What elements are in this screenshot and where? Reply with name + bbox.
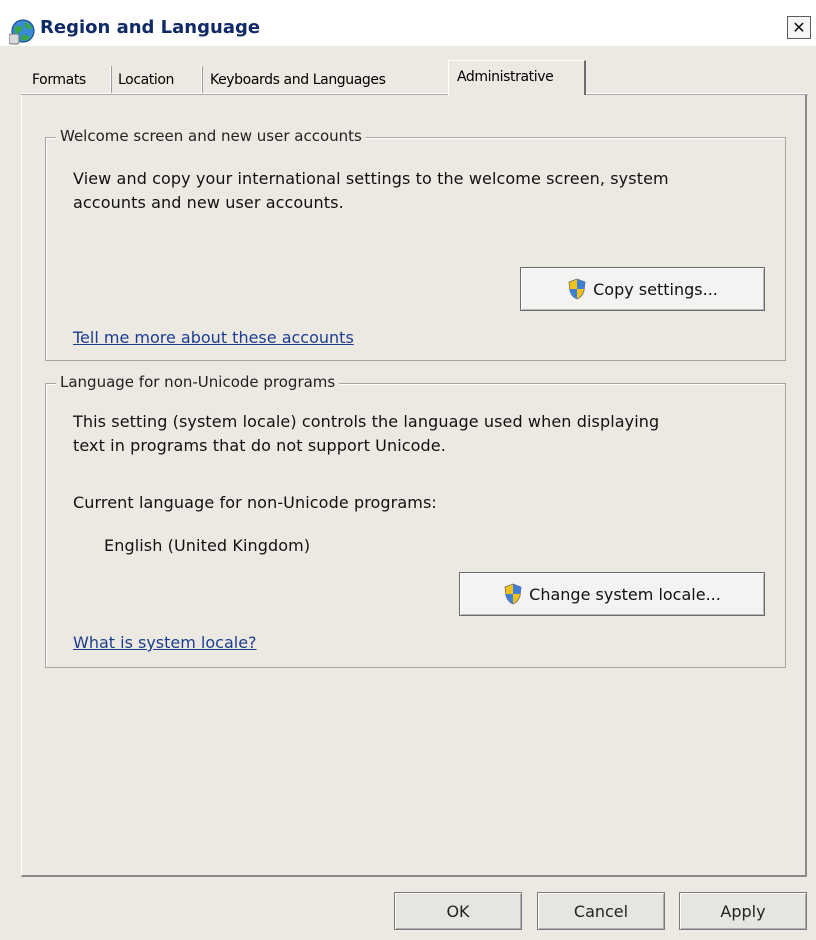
welcome-group-legend: Welcome screen and new user accounts [56,127,366,145]
change-system-locale-button[interactable]: Change system locale... [459,572,765,616]
copy-settings-label: Copy settings... [593,279,718,299]
current-language-value: English (United Kingdom) [104,536,311,555]
welcome-screen-group: Welcome screen and new user accounts Vie… [45,127,786,361]
tab-panel-administrative: Welcome screen and new user accounts Vie… [21,95,807,877]
tab-location[interactable]: Location [118,66,174,94]
non-unicode-language-group: Language for non-Unicode programs This s… [45,373,786,668]
welcome-description-line-2: accounts and new user accounts. [73,193,344,212]
welcome-description-line-1: View and copy your international setting… [73,169,669,188]
tab-formats[interactable]: Formats [32,66,86,94]
apply-button[interactable]: Apply [679,892,807,930]
locale-description-line-1: This setting (system locale) controls th… [73,412,660,431]
tab-separator [110,66,112,93]
window-title: Region and Language [40,17,261,38]
uac-shield-icon [568,278,586,300]
tab-administrative[interactable]: Administrative [448,60,586,95]
cancel-button[interactable]: Cancel [537,892,665,930]
tab-keyboards-and-languages[interactable]: Keyboards and Languages [210,66,386,94]
non-unicode-group-legend: Language for non-Unicode programs [56,373,340,391]
what-is-system-locale-link[interactable]: What is system locale? [73,633,257,652]
region-language-dialog: Region and Language ✕ Formats Location K… [0,0,816,940]
current-language-label: Current language for non-Unicode program… [73,493,437,512]
copy-settings-button[interactable]: Copy settings... [520,267,765,311]
title-bar[interactable]: Region and Language ✕ [0,0,816,46]
locale-description-line-2: text in programs that do not support Uni… [73,436,446,455]
tab-separator [201,66,203,93]
ok-button[interactable]: OK [394,892,522,930]
tell-me-more-link[interactable]: Tell me more about these accounts [73,328,354,347]
close-button[interactable]: ✕ [787,16,811,39]
globe-icon [9,19,35,45]
change-system-locale-label: Change system locale... [529,584,721,604]
uac-shield-icon [504,583,522,605]
